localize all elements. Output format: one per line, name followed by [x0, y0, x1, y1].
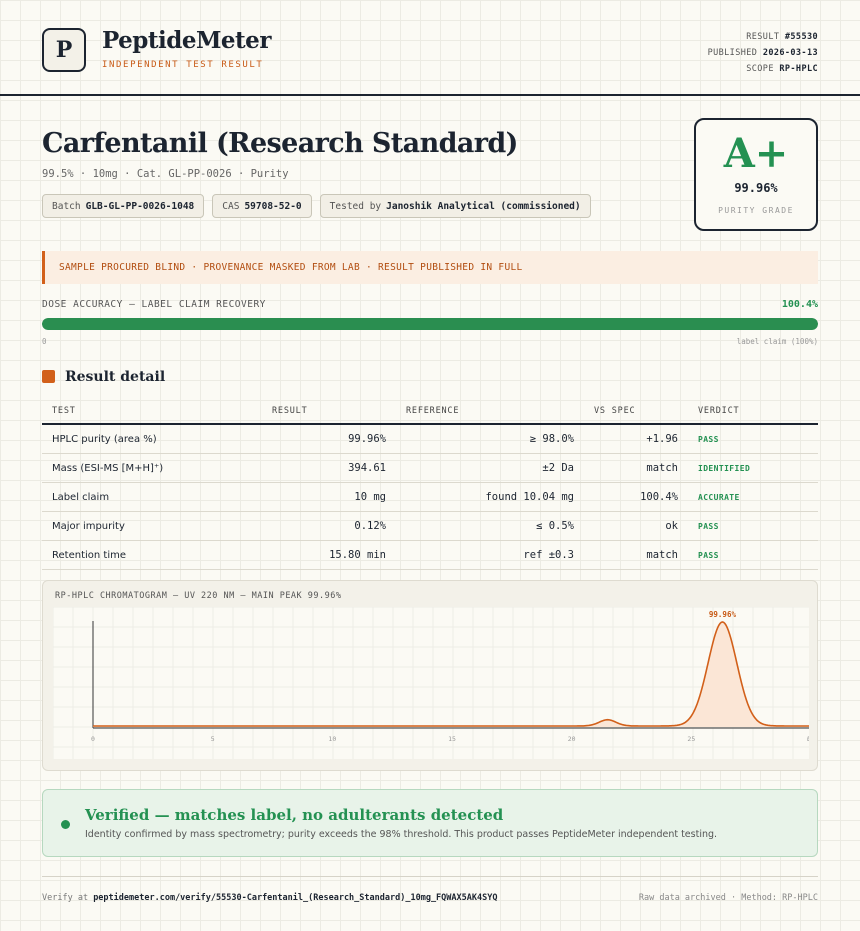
cell-result: 15.80 min	[262, 540, 396, 570]
table-row: Major impurity 0.12% ≤ 0.5% ok PASS	[42, 511, 818, 541]
col-test: TEST	[42, 399, 262, 425]
header-divider	[0, 94, 860, 96]
cell-reference: ±2 Da	[396, 453, 584, 483]
verify-link[interactable]: Verify at peptidemeter.com/verify/55530-…	[42, 893, 497, 903]
chart-background	[53, 607, 809, 759]
verified-title: Verified — matches label, no adulterants…	[85, 806, 504, 824]
tested-by-chip: Tested by Janoshik Analytical (commission…	[319, 194, 591, 218]
cell-reference: ≤ 0.5%	[396, 511, 584, 541]
x-tick-label: 20	[568, 735, 576, 743]
col-result: RESULT	[262, 399, 396, 425]
footer-divider	[42, 876, 818, 877]
product-title: Carfentanil (Research Standard)	[42, 128, 518, 159]
table-row: Label claim 10 mg found 10.04 mg 100.4% …	[42, 482, 818, 512]
cell-reference: ≥ 98.0%	[396, 424, 584, 454]
verified-text: Identity confirmed by mass spectrometry;…	[85, 829, 718, 840]
table-row: Retention time 15.80 min ref ±0.3 match …	[42, 540, 818, 570]
cell-test: Major impurity	[42, 511, 262, 541]
cell-verdict: ACCURATE	[688, 482, 818, 512]
result-meta: RESULT #55530 PUBLISHED 2026-03-13 SCOPE…	[708, 29, 818, 77]
dose-accuracy-value: 100.4%	[781, 299, 818, 310]
cell-result: 10 mg	[262, 482, 396, 512]
cell-reference: ref ±0.3	[396, 540, 584, 570]
meta-result: RESULT #55530	[746, 32, 818, 42]
blind-sample-notice: SAMPLE PROCURED BLIND · PROVENANCE MASKE…	[42, 251, 818, 284]
grade-letter: A+	[723, 130, 789, 177]
cell-test: Label claim	[42, 482, 262, 512]
col-vs-spec: VS SPEC	[584, 399, 688, 425]
col-verdict: VERDICT	[688, 399, 818, 425]
dose-accuracy-label: DOSE ACCURACY — LABEL CLAIM RECOVERY	[42, 299, 266, 310]
brand-tagline: INDEPENDENT TEST RESULT	[102, 60, 264, 70]
x-tick-label: 0	[91, 735, 95, 743]
grade-value: 99.96%	[734, 181, 778, 195]
cell-result: 394.61	[262, 453, 396, 483]
cell-result: 99.96%	[262, 424, 396, 454]
x-tick-label: 15	[448, 735, 456, 743]
chromatogram-panel: RP-HPLC CHROMATOGRAM — UV 220 NM — MAIN …	[42, 580, 818, 771]
x-tick-label: 25	[687, 735, 695, 743]
grade-label: PURITY GRADE	[718, 206, 794, 215]
result-table: TEST RESULT REFERENCE VS SPEC VERDICT HP…	[42, 399, 818, 570]
cell-result: 0.12%	[262, 511, 396, 541]
cell-vs-spec: 100.4%	[584, 482, 688, 512]
cell-test: Retention time	[42, 540, 262, 570]
cell-verdict: IDENTIFIED	[688, 453, 818, 483]
peak-label: 99.96%	[709, 610, 737, 619]
meta-published: PUBLISHED 2026-03-13	[707, 48, 818, 58]
cell-verdict: PASS	[688, 511, 818, 541]
cas-chip: CAS 59708-52-0	[212, 194, 312, 218]
cell-verdict: PASS	[688, 424, 818, 454]
cell-reference: found 10.04 mg	[396, 482, 584, 512]
footer-method: Raw data archived · Method: RP-HPLC	[638, 893, 818, 903]
cell-test: HPLC purity (area %)	[42, 424, 262, 454]
brand-name: PeptideMeter	[102, 27, 271, 54]
product-chips: Batch GLB-GL-PP-0026-1048 CAS 59708-52-0 T…	[42, 194, 591, 218]
x-tick-label: 10	[328, 735, 336, 743]
x-tick-label: 5	[211, 735, 215, 743]
purity-grade-card: A+ 99.96% PURITY GRADE	[694, 118, 818, 231]
cell-verdict: PASS	[688, 540, 818, 570]
table-header-row: TEST RESULT REFERENCE VS SPEC VERDICT	[42, 399, 818, 425]
x-unit-label: min	[807, 735, 809, 743]
chromatogram-chart: 051015202530min99.96%	[53, 607, 809, 759]
table-row: HPLC purity (area %) 99.96% ≥ 98.0% +1.9…	[42, 424, 818, 454]
section-title: Result detail	[65, 369, 166, 385]
meta-scope: SCOPE RP-HPLC	[746, 64, 818, 74]
chromatogram-title: RP-HPLC CHROMATOGRAM — UV 220 NM — MAIN …	[55, 591, 342, 601]
verified-banner: Verified — matches label, no adulterants…	[42, 789, 818, 857]
dose-bar-max-label: label claim (100%)	[736, 337, 818, 346]
table-row: Mass (ESI-MS [M+H]⁺) 394.61 ±2 Da match …	[42, 453, 818, 483]
cell-vs-spec: match	[584, 453, 688, 483]
cell-vs-spec: +1.96	[584, 424, 688, 454]
section-marker	[42, 370, 55, 383]
cell-test: Mass (ESI-MS [M+H]⁺)	[42, 453, 262, 483]
cell-vs-spec: match	[584, 540, 688, 570]
dose-progress-bar	[42, 318, 818, 330]
dose-progress-fill	[42, 318, 818, 330]
batch-chip: Batch GLB-GL-PP-0026-1048	[42, 194, 205, 218]
cell-vs-spec: ok	[584, 511, 688, 541]
brand-logo: P	[42, 28, 86, 72]
dose-bar-min-label: 0	[42, 337, 47, 346]
verified-status-dot	[61, 820, 70, 829]
col-reference: REFERENCE	[396, 399, 584, 425]
product-subtitle: 99.5% · 10mg · Cat. GL-PP-0026 · Purity	[42, 168, 289, 180]
